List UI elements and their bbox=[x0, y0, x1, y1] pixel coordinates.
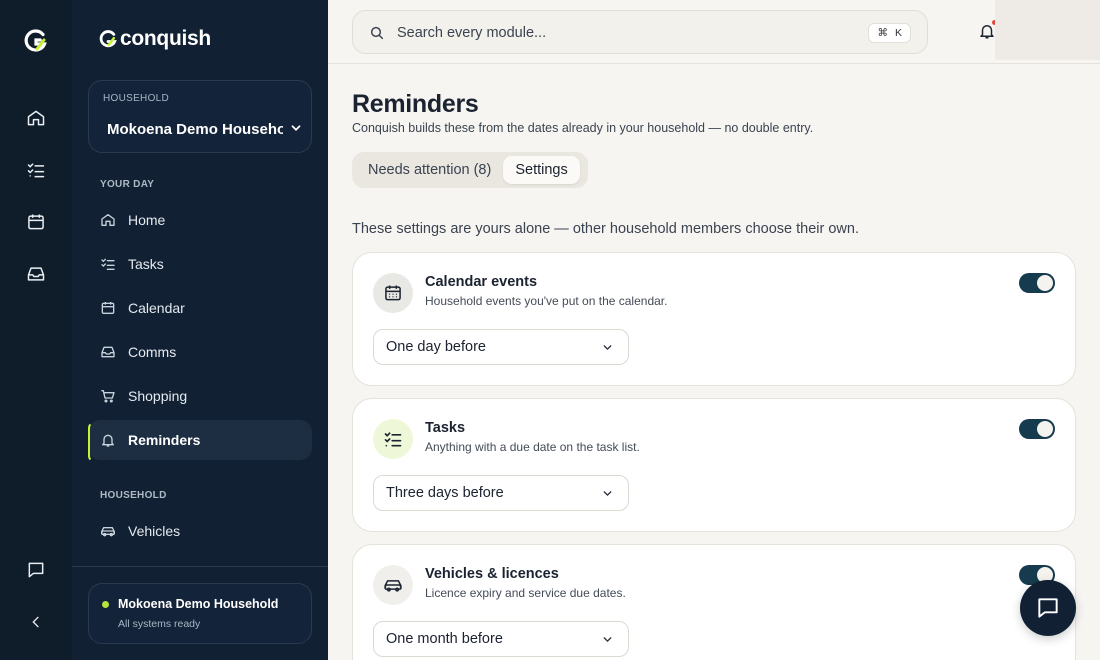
calendar-reminder-toggle[interactable] bbox=[1019, 273, 1055, 293]
status-text: All systems ready bbox=[118, 618, 201, 630]
card-title: Vehicles & licences bbox=[425, 566, 559, 582]
icon-rail bbox=[0, 0, 72, 660]
sidebar-item-label: Tasks bbox=[128, 256, 164, 272]
chat-fab-button[interactable] bbox=[1020, 580, 1076, 636]
sidebar-item-home[interactable]: Home bbox=[88, 200, 312, 240]
card-description: Household events you've put on the calen… bbox=[425, 294, 668, 308]
top-bar: ⌘ K bbox=[328, 0, 1100, 64]
shortcut-hint: ⌘ K bbox=[868, 23, 911, 43]
car-icon bbox=[373, 565, 413, 605]
checklist-icon bbox=[373, 419, 413, 459]
calendar-icon bbox=[373, 273, 413, 313]
brand-name: conquish bbox=[120, 27, 211, 50]
rail-tasks-icon[interactable] bbox=[24, 158, 48, 182]
brand-logo[interactable]: conquish bbox=[98, 27, 211, 51]
chevron-down-icon bbox=[601, 487, 614, 500]
logo-icon[interactable] bbox=[24, 29, 48, 53]
rail-calendar-icon[interactable] bbox=[24, 210, 48, 234]
search-input[interactable] bbox=[397, 23, 837, 43]
brand-mark-icon bbox=[99, 30, 117, 48]
sidebar-item-label: Shopping bbox=[128, 388, 188, 404]
tab-settings[interactable]: Settings bbox=[503, 156, 580, 184]
home-icon bbox=[100, 212, 116, 228]
inbox-icon bbox=[100, 344, 116, 360]
sidebar-item-vehicles[interactable]: Vehicles bbox=[88, 511, 312, 551]
household-name: Mokoena Demo Household bbox=[107, 121, 283, 138]
car-icon bbox=[100, 523, 116, 539]
reminder-card-calendar: Calendar events Household events you've … bbox=[352, 252, 1076, 386]
sidebar-item-calendar[interactable]: Calendar bbox=[88, 288, 312, 328]
status-household-name: Mokoena Demo Household bbox=[118, 597, 279, 611]
tasks-icon bbox=[100, 256, 116, 272]
card-title: Tasks bbox=[425, 420, 466, 436]
card-title: Calendar events bbox=[425, 274, 538, 290]
select-value: Three days before bbox=[386, 485, 504, 501]
page-title: Reminders bbox=[352, 90, 479, 118]
sidebar-item-label: Home bbox=[128, 212, 166, 228]
sidebar-item-comms[interactable]: Comms bbox=[88, 332, 312, 372]
sidebar-item-label: Reminders bbox=[128, 432, 201, 448]
tasks-lead-time-select[interactable]: Three days before bbox=[373, 475, 629, 511]
rail-home-icon[interactable] bbox=[24, 106, 48, 130]
chevron-down-icon bbox=[601, 341, 614, 354]
reminder-card-vehicles: Vehicles & licences Licence expiry and s… bbox=[352, 544, 1076, 660]
status-dot bbox=[102, 601, 109, 608]
chevron-down-icon bbox=[601, 633, 614, 646]
sidebar-item-reminders[interactable]: Reminders bbox=[88, 420, 312, 462]
search-icon bbox=[369, 25, 385, 41]
chat-icon bbox=[1035, 595, 1061, 621]
household-label: HOUSEHOLD bbox=[103, 93, 170, 104]
household-status-card[interactable]: Mokoena Demo Household All systems ready bbox=[88, 583, 312, 644]
select-value: One month before bbox=[386, 631, 503, 647]
settings-intro: These settings are yours alone — other h… bbox=[352, 221, 859, 237]
tab-switcher: Needs attention (8) Settings bbox=[352, 152, 588, 188]
household-switcher[interactable]: HOUSEHOLD Mokoena Demo Household bbox=[88, 80, 312, 153]
chevron-down-icon bbox=[289, 121, 303, 135]
page-subtitle: Conquish builds these from the dates alr… bbox=[352, 121, 814, 135]
sidebar-item-label: Calendar bbox=[128, 300, 185, 316]
search-bar[interactable]: ⌘ K bbox=[352, 10, 928, 54]
reminder-card-tasks: Tasks Anything with a due date on the ta… bbox=[352, 398, 1076, 532]
rail-inbox-icon[interactable] bbox=[24, 262, 48, 286]
command-key: ⌘ bbox=[877, 27, 888, 39]
sidebar-item-tasks[interactable]: Tasks bbox=[88, 244, 312, 284]
section-your-day: YOUR DAY bbox=[100, 179, 155, 190]
sidebar-item-label: Comms bbox=[128, 344, 177, 360]
section-household: HOUSEHOLD bbox=[100, 490, 167, 501]
bell-icon bbox=[100, 432, 116, 448]
collapse-sidebar-icon[interactable] bbox=[24, 610, 48, 634]
cart-icon bbox=[100, 388, 116, 404]
rail-chat-icon[interactable] bbox=[24, 558, 48, 582]
sidebar-divider bbox=[72, 566, 328, 567]
sidebar: conquish HOUSEHOLD Mokoena Demo Househol… bbox=[72, 0, 328, 660]
sidebar-item-shopping[interactable]: Shopping bbox=[88, 376, 312, 416]
card-description: Anything with a due date on the task lis… bbox=[425, 440, 640, 454]
card-description: Licence expiry and service due dates. bbox=[425, 586, 626, 600]
main-content: ⌘ K Reminders Conquish builds these from… bbox=[328, 0, 1100, 660]
select-value: One day before bbox=[386, 339, 486, 355]
avatar[interactable] bbox=[995, 0, 1100, 60]
shortcut-key: K bbox=[894, 27, 902, 39]
sidebar-item-label: Vehicles bbox=[128, 523, 181, 539]
tab-needs-attention[interactable]: Needs attention (8) bbox=[356, 156, 503, 184]
calendar-lead-time-select[interactable]: One day before bbox=[373, 329, 629, 365]
vehicles-lead-time-select[interactable]: One month before bbox=[373, 621, 629, 657]
tasks-reminder-toggle[interactable] bbox=[1019, 419, 1055, 439]
calendar-icon bbox=[100, 300, 116, 316]
